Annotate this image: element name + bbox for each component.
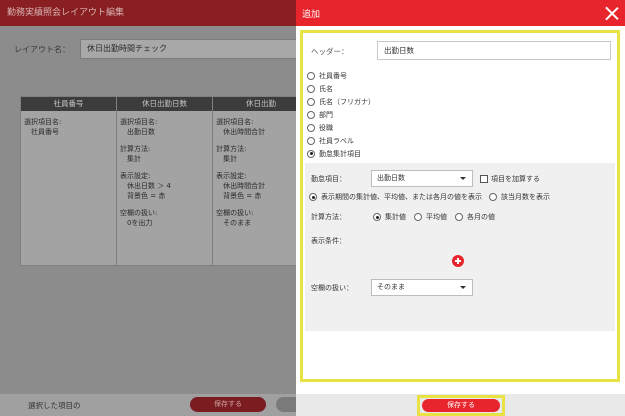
radio-label: 部門 — [319, 110, 333, 119]
column-line: 空欄の扱い: — [120, 209, 158, 217]
column-line: 選択項目名: — [216, 118, 254, 126]
radio-button[interactable] — [307, 71, 315, 80]
column-line: 休出時間合計 — [223, 182, 266, 190]
column-line: 計算方法: — [216, 145, 247, 153]
column-line: 休出日数 ＞ 4 — [127, 182, 171, 190]
column-body: 選択項目名: 出勤日数 計算方法: 集計 表示設定: 休出日数 ＞ 4 背景色 … — [117, 111, 212, 234]
background-title: 勤務実績照会レイアウト編集 — [7, 8, 125, 18]
attendance-item-select[interactable]: 出勤日数 — [371, 170, 473, 187]
layout-name-label: レイアウト名： — [14, 44, 70, 54]
radio-option[interactable]: 社員番号 — [307, 69, 375, 82]
calc-option-radio[interactable] — [373, 213, 381, 221]
radio-button-selected[interactable] — [307, 149, 315, 158]
footer-text: 選択した項目の — [28, 401, 81, 410]
blank-handling-label: 空欄の扱い： — [311, 283, 353, 292]
radio-button[interactable] — [307, 123, 315, 132]
radio-button[interactable] — [307, 84, 315, 93]
column-line: 0を出力 — [127, 219, 153, 227]
radio-label: 氏名 — [319, 84, 333, 93]
display-condition-label: 表示条件： — [311, 237, 346, 245]
column-line: 背景色 = 赤 — [223, 192, 262, 200]
column-line: 空欄の扱い: — [216, 209, 254, 217]
calc-option-label: 平均値 — [426, 213, 447, 221]
blank-handling-box — [305, 261, 615, 331]
calc-option-radio[interactable] — [455, 213, 463, 221]
column-body: 選択項目名: 休出時間合計 計算方法: 集計 表示設定: 休出時間合計 背景色 … — [213, 111, 309, 234]
panel-footer: 保存する — [296, 394, 625, 416]
column-line: 表示設定: — [120, 172, 151, 180]
radio-label: 役職 — [319, 123, 333, 132]
column-line: 社員番号 — [31, 128, 59, 136]
column-line: 集計 — [223, 155, 238, 163]
radio-option[interactable]: 役職 — [307, 121, 375, 134]
radio-button[interactable] — [307, 136, 315, 145]
radio-option[interactable]: 部門 — [307, 108, 375, 121]
calc-option-label: 各月の値 — [467, 213, 495, 221]
preview-column[interactable]: 社員番号 選択項目名: 社員番号 — [21, 97, 118, 265]
month-count-radio[interactable] — [489, 193, 497, 201]
add-panel: 追加 ヘッダー： 社員番号 氏名 氏名（フリガナ） 部門 役職 社員ラベル 勤怠… — [296, 0, 625, 416]
column-line: 背景色 = 赤 — [127, 192, 166, 200]
layout-preview-grid: 社員番号 選択項目名: 社員番号 休日出勤日数 選択項目名: 出勤日数 計算方法… — [20, 96, 310, 266]
radio-label: 社員番号 — [319, 71, 347, 80]
blank-handling-select[interactable]: そのまま — [371, 279, 473, 296]
panel-form: ヘッダー： 社員番号 氏名 氏名（フリガナ） 部門 役職 社員ラベル 勤怠集計項… — [300, 30, 620, 382]
calc-option-radio[interactable] — [414, 213, 422, 221]
panel-title: 追加 — [302, 10, 321, 20]
radio-option[interactable]: 勤怠集計項目 — [307, 147, 375, 160]
column-line: 選択項目名: — [120, 118, 158, 126]
column-line: 選択項目名: — [24, 118, 62, 126]
display-period-label: 表示期間の集計値、平均値、または各月の値を表示 — [321, 193, 482, 201]
save-highlight: 保存する — [417, 395, 505, 416]
attendance-item-label: 勤怠項目： — [311, 174, 346, 183]
radio-button[interactable] — [307, 110, 315, 119]
add-item-checkbox[interactable] — [480, 174, 488, 183]
calc-method-row: 計算方法： 集計値 平均値 各月の値 — [311, 212, 495, 222]
background-save-button[interactable]: 保存する — [190, 397, 266, 412]
column-line: 集計 — [127, 155, 142, 163]
month-count-label: 該当月数を表示 — [501, 193, 550, 201]
column-body: 選択項目名: 社員番号 — [21, 111, 116, 143]
radio-label: 社員ラベル — [319, 136, 354, 145]
radio-label: 勤怠集計項目 — [319, 149, 361, 158]
header-label: ヘッダー： — [311, 47, 349, 56]
preview-column[interactable]: 休日出勤 選択項目名: 休出時間合計 計算方法: 集計 表示設定: 休出時間合計… — [213, 97, 310, 265]
column-header: 休日出勤日数 — [117, 97, 213, 111]
radio-label: 氏名（フリガナ） — [319, 97, 375, 106]
item-type-radio-group: 社員番号 氏名 氏名（フリガナ） 部門 役職 社員ラベル 勤怠集計項目 — [307, 69, 375, 160]
close-icon[interactable] — [605, 6, 619, 20]
column-line: そのまま — [223, 219, 252, 227]
add-item-checkbox-label: 項目を加算する — [491, 174, 540, 183]
column-line: 表示設定: — [216, 172, 247, 180]
radio-button[interactable] — [307, 97, 315, 106]
radio-option[interactable]: 社員ラベル — [307, 134, 375, 147]
preview-column[interactable]: 休日出勤日数 選択項目名: 出勤日数 計算方法: 集計 表示設定: 休出日数 ＞… — [117, 97, 214, 265]
attendance-item-row: 勤怠項目： 出勤日数 項目を加算する — [311, 170, 540, 187]
radio-option[interactable]: 氏名 — [307, 82, 375, 95]
layout-name-row: レイアウト名： 休日出勤時間チェック — [7, 34, 340, 64]
column-header: 休日出勤 — [213, 97, 310, 111]
column-line: 休出時間合計 — [223, 128, 266, 136]
blank-handling-row: 空欄の扱い： そのまま — [311, 279, 473, 296]
display-period-radio[interactable] — [309, 193, 317, 201]
column-line: 出勤日数 — [127, 128, 156, 136]
header-input[interactable] — [377, 41, 611, 60]
column-line: 計算方法: — [120, 145, 151, 153]
radio-option[interactable]: 氏名（フリガナ） — [307, 95, 375, 108]
background-secondary-button[interactable] — [276, 397, 296, 412]
add-condition-icon[interactable] — [452, 255, 464, 267]
display-condition-row: 表示条件： — [311, 236, 346, 246]
panel-header: 追加 — [296, 0, 625, 26]
calc-method-label: 計算方法： — [311, 213, 346, 221]
header-row: ヘッダー： — [311, 41, 611, 61]
background-footer: 選択した項目の 保存する — [0, 394, 296, 416]
save-button[interactable]: 保存する — [422, 399, 500, 412]
calc-option-label: 集計値 — [385, 213, 406, 221]
column-header: 社員番号 — [21, 97, 117, 111]
display-mode-row: 表示期間の集計値、平均値、または各月の値を表示 該当月数を表示 — [309, 192, 550, 202]
